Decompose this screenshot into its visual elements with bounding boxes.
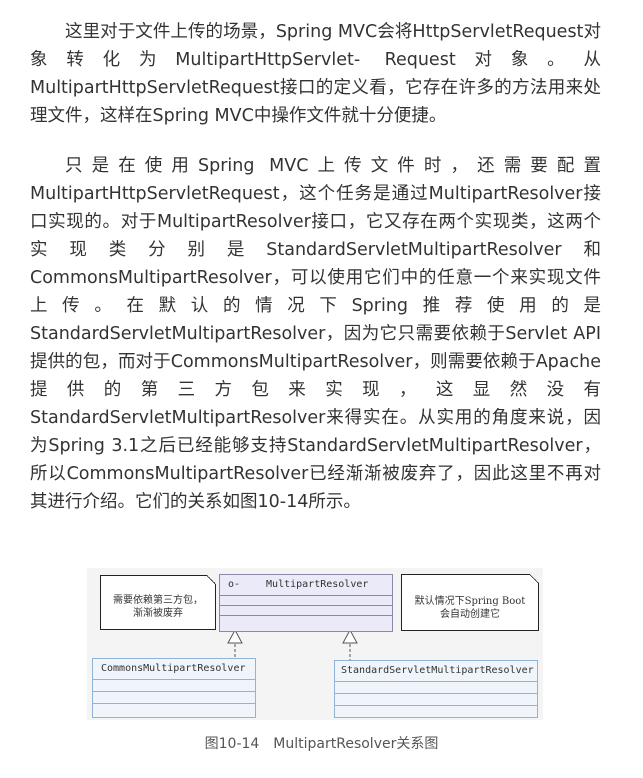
class-standard-servlet-multipart-resolver: StandardServletMultipartResolver: [334, 660, 538, 718]
interface-name: MultipartResolver: [266, 579, 369, 590]
interface-multipart-resolver: o- MultipartResolver: [219, 574, 393, 632]
class-commons-operations: [93, 692, 255, 704]
class-standard-attributes: [335, 682, 537, 694]
figure-caption: 图10-14 MultipartResolver关系图: [204, 736, 439, 752]
interface-title: o- MultipartResolver: [220, 575, 392, 596]
note-standard-line-1: 默认情况下Spring Boot: [414, 596, 526, 607]
class-commons-name: CommonsMultipartResolver: [93, 659, 255, 680]
interface-operations-compartment: [220, 606, 392, 616]
interface-attributes-compartment: [220, 596, 392, 606]
note-commons-line-1: 需要依赖第三方包，: [113, 595, 203, 606]
note-commons: 需要依赖第三方包， 渐渐被废弃: [100, 575, 216, 630]
document-page: 这里对于文件上传的场景，Spring MVC会将HttpServletReque…: [0, 0, 643, 778]
note-commons-line-2: 渐渐被废弃: [133, 608, 183, 619]
note-standard-line-2: 会自动创建它: [440, 609, 500, 620]
note-fold-corner: [207, 575, 216, 584]
class-standard-operations: [335, 694, 537, 706]
note-fold-corner: [530, 574, 539, 583]
note-standard: 默认情况下Spring Boot 会自动创建它: [401, 574, 539, 631]
class-commons-attributes: [93, 680, 255, 692]
interface-icon: o-: [228, 579, 241, 590]
paragraph-1: 这里对于文件上传的场景，Spring MVC会将HttpServletReque…: [30, 22, 601, 126]
class-standard-name: StandardServletMultipartResolver: [335, 661, 537, 682]
class-commons-multipart-resolver: CommonsMultipartResolver: [92, 658, 256, 718]
paragraph-2: 只是在使用Spring MVC上传文件时，还需要配置MultipartHttpS…: [30, 156, 601, 512]
uml-diagram: 需要依赖第三方包， 渐渐被废弃 o- MultipartResolver 默认情…: [87, 568, 543, 720]
